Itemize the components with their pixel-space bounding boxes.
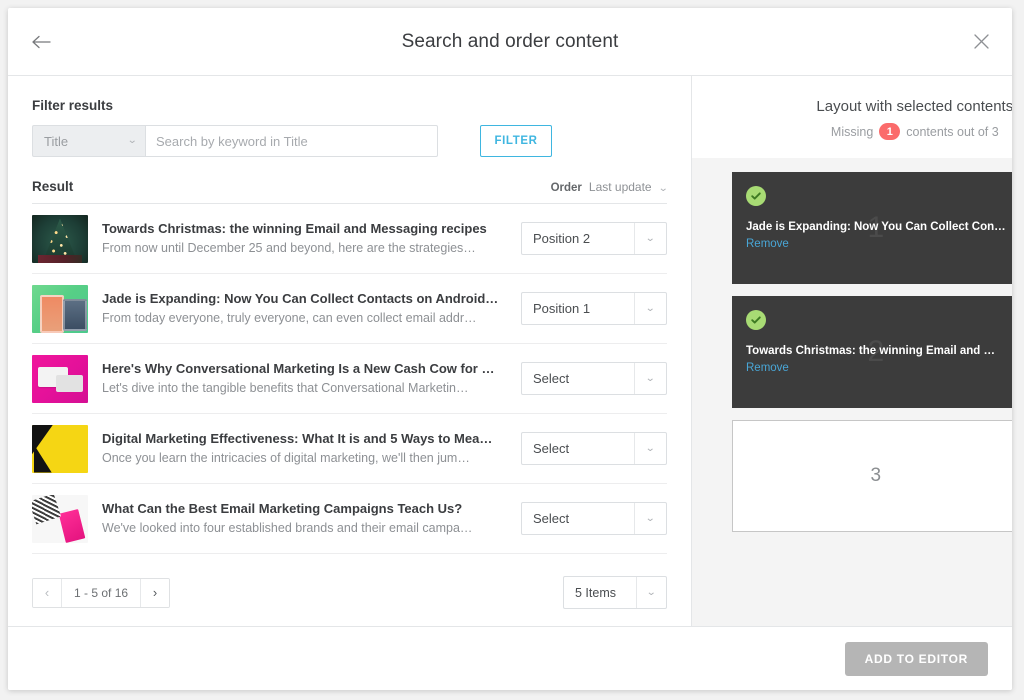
filter-row: Title ⌄ FILTER <box>32 125 667 157</box>
row-title: Here's Why Conversational Marketing Is a… <box>102 361 499 377</box>
row-description: From now until December 25 and beyond, h… <box>102 240 476 255</box>
position-select[interactable]: Select ⌄ <box>521 432 667 465</box>
page-title: Search and order content <box>401 30 619 52</box>
page-size-value: 5 Items <box>575 585 616 600</box>
position-select-value: Select <box>533 511 570 526</box>
row-title: What Can the Best Email Marketing Campai… <box>102 501 463 517</box>
row-title: Digital Marketing Effectiveness: What It… <box>102 431 499 447</box>
search-input[interactable] <box>145 125 438 157</box>
order-label: Order <box>550 182 582 194</box>
missing-contents-status: Missing 1 contents out of 3 <box>710 123 1012 140</box>
yellow-geometric-thumbnail <box>32 424 88 473</box>
row-text: Digital Marketing Effectiveness: What It… <box>102 430 507 467</box>
position-select-value: Position 2 <box>533 231 591 246</box>
table-row[interactable]: Jade is Expanding: Now You Can Collect C… <box>32 274 667 344</box>
order-value: Last update <box>588 180 652 194</box>
position-select-value: Select <box>533 441 570 456</box>
christmas-tree-thumbnail <box>32 214 88 263</box>
search-pane: Filter results Title ⌄ FILTER Result Ord… <box>8 76 692 626</box>
slot-number: 3 <box>870 465 882 486</box>
chevron-right-icon[interactable]: › <box>141 578 170 607</box>
chevron-left-icon[interactable]: ‹ <box>33 578 61 607</box>
result-header: Result Order Last update ⌄ <box>32 179 669 204</box>
chevron-down-icon: ⌄ <box>634 293 666 324</box>
row-description: We've looked into four established brand… <box>102 520 473 535</box>
slot-content-area: 2 Towards Christmas: the winning Email a… <box>732 296 1012 408</box>
row-text: Here's Why Conversational Marketing Is a… <box>102 360 507 397</box>
filter-button[interactable]: FILTER <box>480 125 552 157</box>
remove-link[interactable]: Remove <box>746 238 1006 250</box>
page-size-select[interactable]: 5 Items ⌄ <box>563 576 667 609</box>
chevron-down-icon: ⌄ <box>634 433 666 464</box>
table-row[interactable]: What Can the Best Email Marketing Campai… <box>32 484 667 554</box>
modal-header: Search and order content <box>8 8 1012 76</box>
pager: ‹ 1 - 5 of 16 › <box>32 577 171 608</box>
chevron-down-icon: ⌄ <box>634 503 666 534</box>
chevron-down-icon: ⌄ <box>634 363 666 394</box>
modal-body: Filter results Title ⌄ FILTER Result Ord… <box>8 76 1012 626</box>
result-list: Towards Christmas: the winning Email and… <box>32 204 667 554</box>
arrow-left-icon[interactable] <box>26 27 56 57</box>
layout-slot-2[interactable]: 2 Towards Christmas: the winning Email a… <box>732 296 1012 408</box>
filter-field-select[interactable]: Title ⌄ <box>32 125 145 157</box>
missing-suffix: contents out of 3 <box>906 124 999 139</box>
position-select[interactable]: Position 1 ⌄ <box>521 292 667 325</box>
layout-slot-1[interactable]: 1 Jade is Expanding: Now You Can Collect… <box>732 172 1012 284</box>
row-title: Jade is Expanding: Now You Can Collect C… <box>102 291 499 307</box>
chevron-down-icon: ⌄ <box>634 223 666 254</box>
row-text: What Can the Best Email Marketing Campai… <box>102 500 507 537</box>
screen-background: Search and order content Filter results … <box>0 0 1024 700</box>
jade-app-thumbnail <box>32 284 88 333</box>
filter-field-value: Title <box>44 133 69 149</box>
add-to-editor-button[interactable]: ADD TO EDITOR <box>844 641 988 676</box>
filter-results-label: Filter results <box>32 98 114 113</box>
slot-content-area: 3 <box>733 421 1012 531</box>
chevron-down-icon: ⌄ <box>657 183 669 194</box>
row-title: Towards Christmas: the winning Email and… <box>102 221 487 237</box>
row-description: Let's dive into the tangible benefits th… <box>102 380 469 395</box>
layout-pane-title: Layout with selected contents <box>816 98 1012 115</box>
close-icon[interactable] <box>968 29 994 55</box>
row-text: Jade is Expanding: Now You Can Collect C… <box>102 290 507 327</box>
chat-bubble-thumbnail <box>32 354 88 403</box>
modal-footer: ADD TO EDITOR <box>8 626 1012 690</box>
table-row[interactable]: Digital Marketing Effectiveness: What It… <box>32 414 667 484</box>
pagination-range: 1 - 5 of 16 <box>61 578 142 607</box>
layout-pane-header: Layout with selected contents Missing 1 … <box>692 76 1012 158</box>
check-circle-icon <box>746 310 766 330</box>
layout-canvas: 1 Jade is Expanding: Now You Can Collect… <box>692 158 1012 626</box>
position-select-value: Position 1 <box>533 301 591 316</box>
chevron-down-icon: ⌄ <box>126 135 138 146</box>
pink-notebook-thumbnail <box>32 494 88 543</box>
row-description: Once you learn the intricacies of digita… <box>102 450 470 465</box>
layout-slot-3[interactable]: 3 <box>732 420 1012 532</box>
result-label: Result <box>32 179 74 194</box>
remove-link[interactable]: Remove <box>746 362 1006 374</box>
search-and-order-modal: Search and order content Filter results … <box>8 8 1012 690</box>
position-select-value: Select <box>533 371 570 386</box>
row-text: Towards Christmas: the winning Email and… <box>102 220 507 257</box>
slot-title: Jade is Expanding: Now You Can Collect C… <box>746 221 1006 233</box>
position-select[interactable]: Select ⌄ <box>521 502 667 535</box>
status-badge: 1 <box>879 123 901 140</box>
table-row[interactable]: Here's Why Conversational Marketing Is a… <box>32 344 667 414</box>
position-select[interactable]: Select ⌄ <box>521 362 667 395</box>
slot-content-area: 1 Jade is Expanding: Now You Can Collect… <box>732 172 1012 284</box>
layout-pane: Layout with selected contents Missing 1 … <box>692 76 1012 626</box>
missing-prefix: Missing <box>830 124 874 139</box>
position-select[interactable]: Position 2 ⌄ <box>521 222 667 255</box>
chevron-down-icon: ⌄ <box>636 577 666 608</box>
row-description: From today everyone, truly everyone, can… <box>102 310 477 325</box>
pagination-bar: ‹ 1 - 5 of 16 › 5 Items ⌄ <box>32 576 667 609</box>
table-row[interactable]: Towards Christmas: the winning Email and… <box>32 204 667 274</box>
check-circle-icon <box>746 186 766 206</box>
order-sort-control[interactable]: Order Last update ⌄ <box>550 180 669 194</box>
slot-title: Towards Christmas: the winning Email and… <box>746 345 995 357</box>
